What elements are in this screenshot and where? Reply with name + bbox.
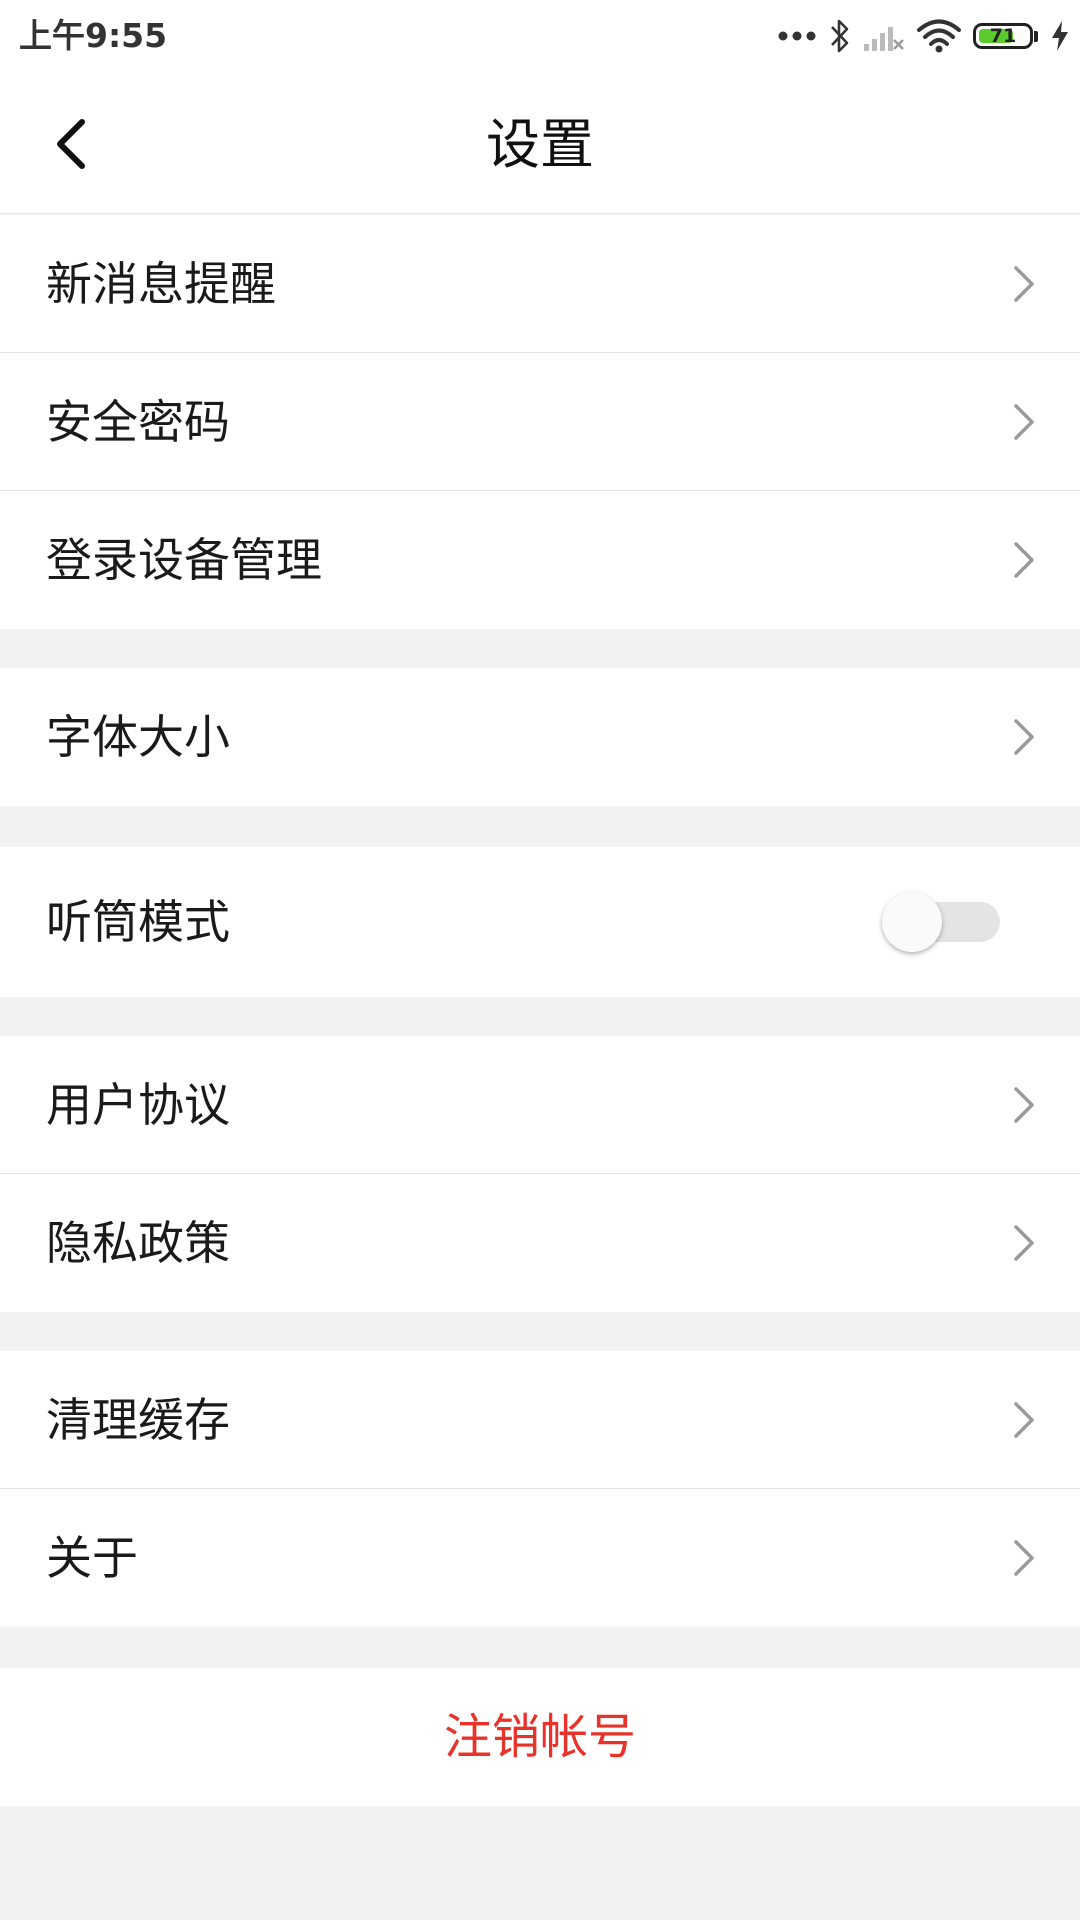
wifi-icon [917,19,961,53]
charging-icon [1050,20,1070,52]
status-time: 上午9:55 [19,16,168,55]
settings-group-legal: 用户协议 隐私政策 [0,1036,1080,1312]
page-title: 设置 [486,113,594,176]
battery-icon: 71 [973,23,1038,49]
chevron-right-icon [1014,1225,1034,1261]
settings-item-privacy-policy[interactable]: 隐私政策 [0,1174,1080,1312]
cellular-signal-icon [863,20,905,52]
settings-item-label: 字体大小 [46,710,230,764]
settings-group-display: 字体大小 [0,668,1080,806]
settings-item-clear-cache[interactable]: 清理缓存 [0,1351,1080,1489]
settings-item-label: 安全密码 [46,395,230,449]
chevron-right-icon [1014,403,1034,440]
toggle-knob [882,892,942,952]
settings-item-label: 清理缓存 [46,1393,230,1447]
bluetooth-icon [829,18,851,54]
settings-group-earpiece: 听筒模式 [0,847,1080,997]
chevron-right-icon [1014,265,1034,302]
settings-item-label: 隐私政策 [46,1216,230,1270]
logout-account-button[interactable]: 注销帐号 [0,1668,1080,1806]
status-bar: 上午9:55 71 [0,0,1080,72]
settings-item-label: 关于 [46,1531,138,1585]
settings-item-label: 新消息提醒 [46,257,276,311]
nav-bar: 设置 [0,72,1080,214]
settings-item-about[interactable]: 关于 [0,1489,1080,1627]
settings-item-earpiece-mode: 听筒模式 [0,847,1080,997]
more-dots-icon [777,30,817,42]
settings-item-font-size[interactable]: 字体大小 [0,668,1080,806]
settings-item-security-password[interactable]: 安全密码 [0,353,1080,491]
chevron-right-icon [1014,542,1034,578]
chevron-right-icon [1014,1086,1034,1123]
battery-level: 71 [989,25,1017,47]
settings-item-login-devices[interactable]: 登录设备管理 [0,491,1080,629]
chevron-right-icon [1014,719,1034,755]
settings-item-label: 登录设备管理 [46,533,322,587]
chevron-right-icon [1014,1540,1034,1576]
earpiece-mode-toggle[interactable] [882,892,1000,952]
settings-group-misc: 清理缓存 关于 [0,1351,1080,1627]
settings-item-new-message-alert[interactable]: 新消息提醒 [0,215,1080,353]
chevron-right-icon [1014,1401,1034,1438]
status-icons: 71 [765,16,1070,56]
settings-group-account: 新消息提醒 安全密码 登录设备管理 [0,215,1080,629]
settings-item-user-agreement[interactable]: 用户协议 [0,1036,1080,1174]
settings-item-label: 听筒模式 [46,895,230,949]
settings-item-label: 用户协议 [46,1078,230,1132]
